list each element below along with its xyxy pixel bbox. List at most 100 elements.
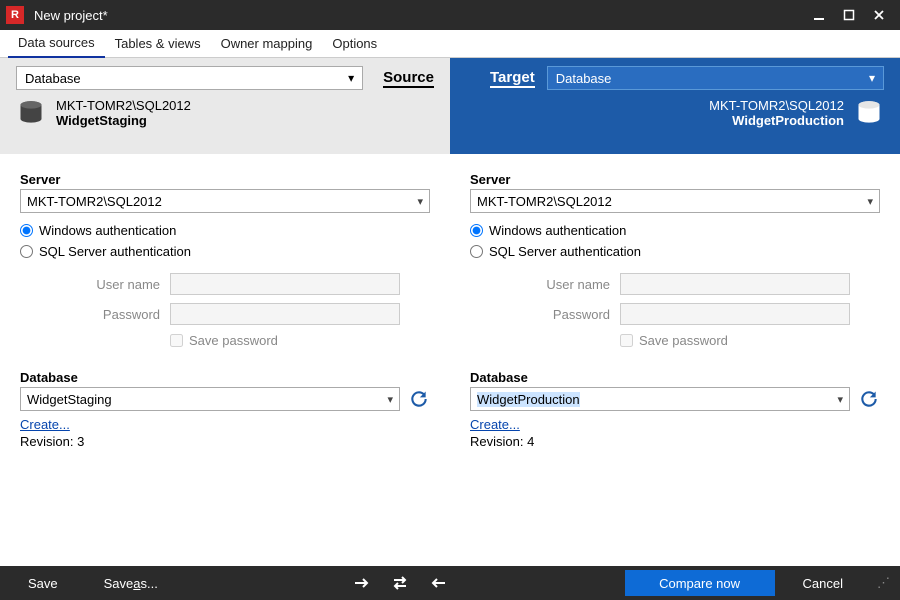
arrow-right-icon xyxy=(353,577,371,589)
source-database-select[interactable]: WidgetStaging ▾ xyxy=(20,387,400,411)
target-database-select[interactable]: WidgetProduction ▾ xyxy=(470,387,850,411)
source-username-input[interactable] xyxy=(170,273,400,295)
source-auth-sql-label: SQL Server authentication xyxy=(39,244,191,259)
resize-grip-icon[interactable]: ⋰ xyxy=(877,575,890,591)
target-summary-database: WidgetProduction xyxy=(709,113,844,128)
save-as-button[interactable]: Save as... xyxy=(86,570,176,596)
target-database-value: WidgetProduction xyxy=(477,392,580,407)
minimize-button[interactable] xyxy=(804,0,834,30)
copy-left-button[interactable] xyxy=(424,570,452,596)
source-database-value: WidgetStaging xyxy=(27,392,112,407)
titlebar: R New project* xyxy=(0,0,900,30)
source-auth-sql-radio[interactable]: SQL Server authentication xyxy=(20,244,430,259)
source-summary: MKT-TOMR2\SQL2012 WidgetStaging xyxy=(16,98,434,128)
body: Server MKT-TOMR2\SQL2012 ▾ Windows authe… xyxy=(0,154,900,566)
maximize-icon xyxy=(843,9,855,21)
source-save-password-checkbox[interactable]: Save password xyxy=(170,333,430,348)
target-username-input[interactable] xyxy=(620,273,850,295)
save-button[interactable]: Save xyxy=(10,570,76,596)
source-database-label: Database xyxy=(20,370,430,385)
radio-input[interactable] xyxy=(20,245,33,258)
checkbox-input[interactable] xyxy=(170,334,183,347)
radio-input[interactable] xyxy=(20,224,33,237)
source-summary-database: WidgetStaging xyxy=(56,113,191,128)
target-revision: Revision: 4 xyxy=(470,434,880,449)
maximize-button[interactable] xyxy=(834,0,864,30)
target-auth-sql-radio[interactable]: SQL Server authentication xyxy=(470,244,880,259)
source-auth-group: Windows authentication SQL Server authen… xyxy=(20,223,430,259)
tab-data-sources[interactable]: Data sources xyxy=(8,30,105,58)
save-as-post: s... xyxy=(141,576,158,591)
target-save-password-label: Save password xyxy=(639,333,728,348)
chevron-down-icon: ▾ xyxy=(417,195,423,208)
tab-owner-mapping[interactable]: Owner mapping xyxy=(211,31,323,57)
compare-now-button[interactable]: Compare now xyxy=(625,570,775,596)
footer: Save Save as... Compare now Cancel ⋰ xyxy=(0,566,900,600)
target-database-section: Database WidgetProduction ▾ Create... Re… xyxy=(470,370,880,449)
target-database-label: Database xyxy=(470,370,880,385)
chevron-down-icon: ▾ xyxy=(387,393,393,406)
source-header-label: Source xyxy=(383,69,434,88)
source-target-header: Database ▾ Source MKT-TOMR2\SQL2012 Widg… xyxy=(0,58,900,154)
source-server-select[interactable]: MKT-TOMR2\SQL2012 ▾ xyxy=(20,189,430,213)
target-auth-sql-label: SQL Server authentication xyxy=(489,244,641,259)
close-button[interactable] xyxy=(864,0,894,30)
source-username-label: User name xyxy=(20,277,160,292)
swap-button[interactable] xyxy=(386,570,414,596)
source-create-link[interactable]: Create... xyxy=(20,417,70,432)
target-username-label: User name xyxy=(470,277,610,292)
source-revision: Revision: 3 xyxy=(20,434,430,449)
tab-options[interactable]: Options xyxy=(322,31,387,57)
save-as-pre: Save xyxy=(104,576,134,591)
radio-input[interactable] xyxy=(470,245,483,258)
target-server-select[interactable]: MKT-TOMR2\SQL2012 ▾ xyxy=(470,189,880,213)
refresh-icon xyxy=(409,389,429,409)
target-type-dropdown[interactable]: Database ▾ xyxy=(547,66,884,90)
target-server-label: Server xyxy=(470,172,880,187)
radio-input[interactable] xyxy=(470,224,483,237)
target-auth-windows-radio[interactable]: Windows authentication xyxy=(470,223,880,238)
target-server-value: MKT-TOMR2\SQL2012 xyxy=(477,194,612,209)
chevron-down-icon: ▾ xyxy=(837,393,843,406)
target-save-password-checkbox[interactable]: Save password xyxy=(620,333,880,348)
target-header-label: Target xyxy=(490,69,535,88)
target-auth-fields: User name Password Save password xyxy=(470,273,880,348)
source-column: Server MKT-TOMR2\SQL2012 ▾ Windows authe… xyxy=(0,154,450,566)
target-password-label: Password xyxy=(470,307,610,322)
source-type-value: Database xyxy=(25,71,81,86)
source-header-panel: Database ▾ Source MKT-TOMR2\SQL2012 Widg… xyxy=(0,58,450,154)
target-column: Server MKT-TOMR2\SQL2012 ▾ Windows authe… xyxy=(450,154,900,566)
target-summary: MKT-TOMR2\SQL2012 WidgetProduction xyxy=(490,98,884,128)
target-auth-windows-label: Windows authentication xyxy=(489,223,626,238)
refresh-icon xyxy=(859,389,879,409)
database-icon xyxy=(854,99,884,127)
window-title: New project* xyxy=(34,8,804,23)
target-summary-server: MKT-TOMR2\SQL2012 xyxy=(709,98,844,113)
chevron-down-icon: ▾ xyxy=(867,195,873,208)
source-password-label: Password xyxy=(20,307,160,322)
main-tabs: Data sources Tables & views Owner mappin… xyxy=(0,30,900,58)
tab-tables-views[interactable]: Tables & views xyxy=(105,31,211,57)
source-auth-windows-label: Windows authentication xyxy=(39,223,176,238)
target-password-input[interactable] xyxy=(620,303,850,325)
source-password-input[interactable] xyxy=(170,303,400,325)
source-refresh-button[interactable] xyxy=(408,388,430,410)
target-auth-group: Windows authentication SQL Server authen… xyxy=(470,223,880,259)
target-create-link[interactable]: Create... xyxy=(470,417,520,432)
source-type-dropdown[interactable]: Database ▾ xyxy=(16,66,363,90)
close-icon xyxy=(873,9,885,21)
minimize-icon xyxy=(813,9,825,21)
save-as-underline: a xyxy=(133,576,140,591)
source-auth-fields: User name Password Save password xyxy=(20,273,430,348)
source-auth-windows-radio[interactable]: Windows authentication xyxy=(20,223,430,238)
target-header-panel: Target Database ▾ MKT-TOMR2\SQL2012 Widg… xyxy=(450,58,900,154)
target-refresh-button[interactable] xyxy=(858,388,880,410)
chevron-down-icon: ▾ xyxy=(348,71,354,85)
app-icon: R xyxy=(6,6,24,24)
database-icon xyxy=(16,99,46,127)
cancel-button[interactable]: Cancel xyxy=(785,570,861,596)
checkbox-input[interactable] xyxy=(620,334,633,347)
copy-right-button[interactable] xyxy=(348,570,376,596)
arrow-left-icon xyxy=(429,577,447,589)
source-server-value: MKT-TOMR2\SQL2012 xyxy=(27,194,162,209)
